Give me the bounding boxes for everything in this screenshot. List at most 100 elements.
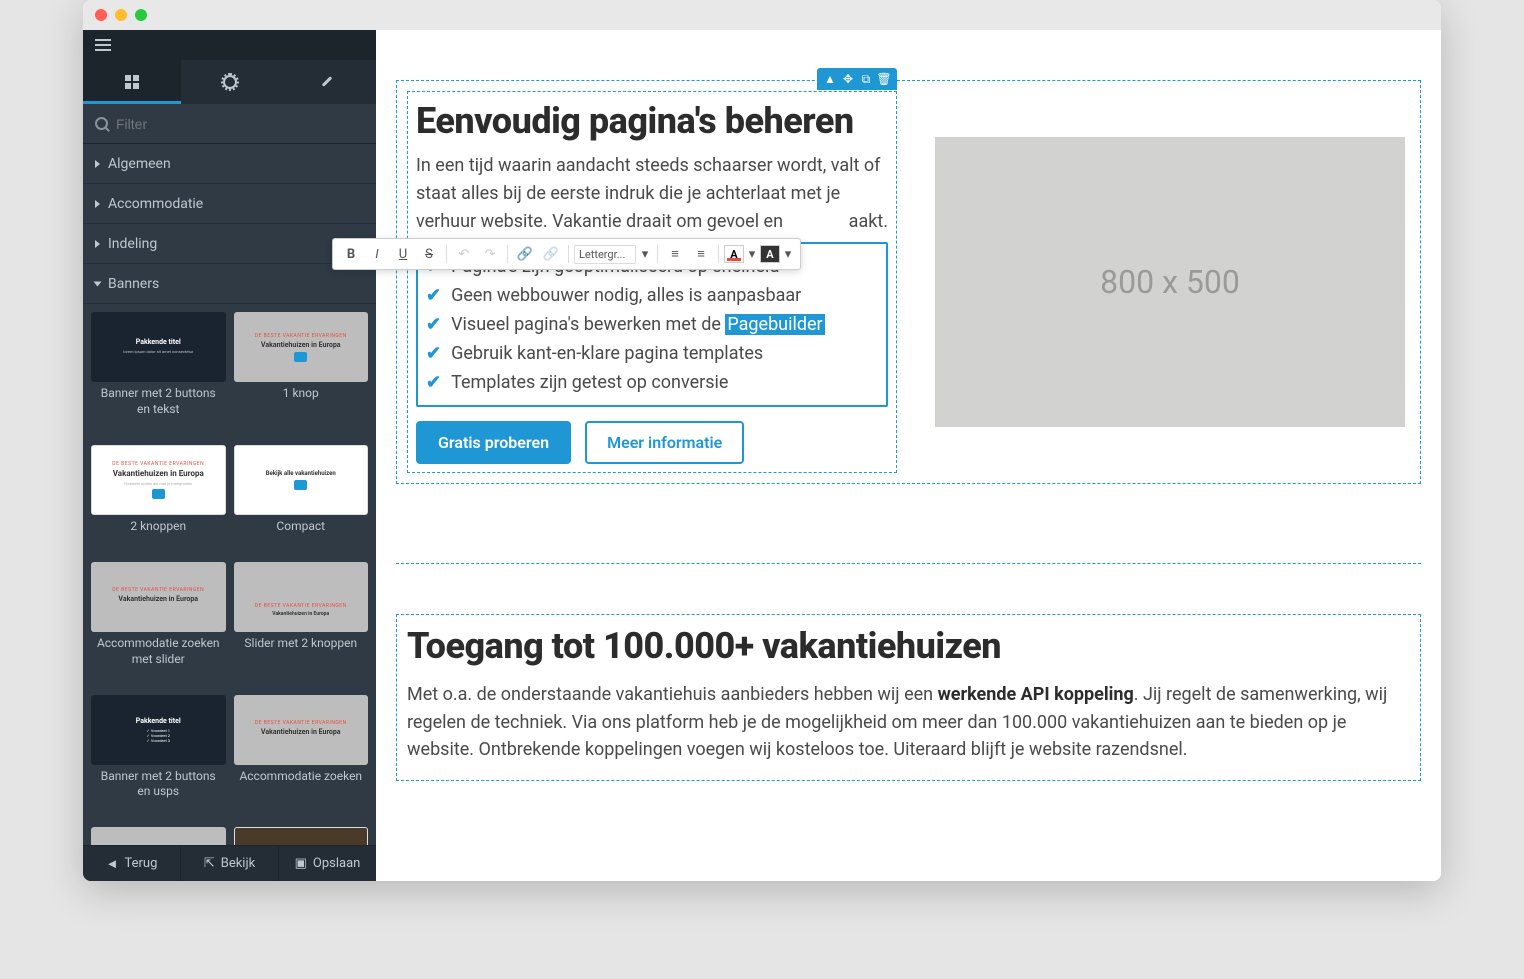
category-banners[interactable]: Banners [83,264,376,304]
bg-color-button[interactable]: A [760,245,780,263]
maximize-window-button[interactable] [135,9,147,21]
copy-icon[interactable]: ⧉ [858,71,874,87]
gear-icon [223,75,237,89]
element-toolbar: ▲ ✥ ⧉ 🗑 [817,68,897,90]
highlighted-text: Pagebuilder [725,314,824,335]
unlink-button[interactable]: 🔗 [539,242,563,266]
separator [507,245,508,263]
paragraph[interactable]: In een tijd waarin aandacht steeds schaa… [416,152,888,236]
heading[interactable]: Eenvoudig pagina's beheren [416,100,888,142]
drag-icon[interactable]: ✥ [840,71,856,87]
chevron-right-icon [95,200,100,208]
text-color-dropdown-icon[interactable]: ▾ [746,242,758,266]
section-block-1[interactable]: ▲ ✥ ⧉ 🗑 Eenvoudig pagina's beheren In ee… [396,80,1421,484]
tile-label: Slider met 2 knoppen [234,632,369,656]
category-accommodatie[interactable]: Accommodatie [83,184,376,224]
strike-button[interactable]: S [417,242,441,266]
close-window-button[interactable] [95,9,107,21]
component-gallery[interactable]: Pakkende titellorem ipsum dolor sit amet… [83,304,376,881]
indent-right-button[interactable]: ≡ [689,242,713,266]
image-placeholder[interactable]: 800 x 500 [935,137,1405,427]
tile-preview: DE BESTE VAKANTIE ERVARINGENVakantiehuiz… [234,562,369,632]
tile-banner-2buttons-usps[interactable]: Pakkende titel✓ Voordeel 1✓ Voordeel 2✓ … [91,695,226,820]
move-up-icon[interactable]: ▲ [822,71,838,87]
tab-components[interactable] [83,60,181,104]
tile-label: Banner met 2 buttons en usps [91,765,226,804]
tile-preview: DE BESTE VAKANTIE ERVARINGENVakantiehuiz… [234,695,369,765]
primary-cta-button[interactable]: Gratis proberen [416,421,571,464]
separator [657,245,658,263]
check-icon: ✔ [426,372,441,393]
view-button[interactable]: ⇱Bekijk [181,846,279,881]
app-body: Algemeen Accommodatie Indeling Banners P… [83,30,1441,881]
sidebar-header [83,30,376,60]
tile-acco-slider[interactable]: DE BESTE VAKANTIE ERVARINGENVakantiehuiz… [91,562,226,687]
filter-row [83,104,376,144]
tile-preview: Bekijk alle vakantiehuizen [234,445,369,515]
paragraph[interactable]: Met o.a. de onderstaande vakantiehuis aa… [407,681,1410,765]
check-icon: ✔ [426,343,441,364]
tile-preview: Pakkende titel✓ Voordeel 1✓ Voordeel 2✓ … [91,695,226,765]
check-icon: ✔ [426,314,441,335]
bg-color-dropdown-icon[interactable]: ▾ [782,242,794,266]
delete-icon[interactable]: 🗑 [876,71,892,87]
canvas[interactable]: B I U S ↶ ↷ 🔗 🔗 Lettergr... ▾ ≡ ≡ A ▾ A [376,30,1441,881]
section-block-2[interactable]: Toegang tot 100.000+ vakantiehuizen Met … [396,614,1421,782]
external-link-icon: ⇱ [204,856,215,871]
tile-2knoppen[interactable]: DE BESTE VAKANTIE ERVARINGENVakantiehuiz… [91,445,226,554]
tile-slider-2knoppen[interactable]: DE BESTE VAKANTIE ERVARINGENVakantiehuiz… [234,562,369,687]
list-item: ✔Geen webbouwer nodig, alles is aanpasba… [424,281,880,310]
tile-preview: DE BESTE VAKANTIE ERVARINGENVakantiehuiz… [234,312,369,382]
app-window: Algemeen Accommodatie Indeling Banners P… [83,0,1441,881]
chevron-down-icon [94,281,102,286]
font-size-select[interactable]: Lettergr... [574,245,636,264]
tab-styles[interactable] [278,60,376,104]
category-algemeen[interactable]: Algemeen [83,144,376,184]
separator [718,245,719,263]
link-button[interactable]: 🔗 [513,242,537,266]
tile-banner-2buttons-text[interactable]: Pakkende titellorem ipsum dolor sit amet… [91,312,226,437]
italic-button[interactable]: I [376,242,389,266]
separator [446,245,447,263]
category-label: Indeling [108,236,157,252]
tile-preview: DE BESTE VAKANTIE ERVARINGENVakantiehuiz… [91,445,226,515]
text-color-button[interactable]: A [724,245,744,263]
list-item: ✔Visueel pagina's bewerken met de Pagebu… [424,310,880,339]
rich-text-toolbar: B I U S ↶ ↷ 🔗 🔗 Lettergr... ▾ ≡ ≡ A ▾ A [376,238,801,270]
tile-label: Accommodatie zoeken [234,765,369,789]
chevron-right-icon [95,240,100,248]
sidebar-footer: ◄Terug ⇱Bekijk ▣Opslaan [83,845,376,881]
tile-label: Banner met 2 buttons en tekst [91,382,226,421]
save-button[interactable]: ▣Opslaan [279,846,376,881]
heading[interactable]: Toegang tot 100.000+ vakantiehuizen [407,625,1410,667]
indent-left-button[interactable]: ≡ [663,242,687,266]
tile-acco-zoeken[interactable]: DE BESTE VAKANTIE ERVARINGENVakantiehuiz… [234,695,369,820]
category-label: Accommodatie [108,196,203,212]
sidebar-tabs [83,60,376,104]
list-item: ✔Templates zijn getest op conversie [424,368,880,397]
tab-settings[interactable] [181,60,279,104]
tile-compact[interactable]: Bekijk alle vakantiehuizen Compact [234,445,369,554]
tile-preview: DE BESTE VAKANTIE ERVARINGENVakantiehuiz… [91,562,226,632]
chevron-right-icon [95,160,100,168]
redo-button[interactable]: ↷ [478,242,502,266]
filter-input[interactable] [116,116,364,132]
secondary-cta-button[interactable]: Meer informatie [585,421,744,464]
tile-1knop[interactable]: DE BESTE VAKANTIE ERVARINGENVakantiehuiz… [234,312,369,437]
underline-button[interactable]: U [391,242,415,266]
minimize-window-button[interactable] [115,9,127,21]
tile-label: Accommodatie zoeken met slider [91,632,226,671]
size-dropdown-icon[interactable]: ▾ [638,242,652,266]
column-left[interactable]: ▲ ✥ ⧉ 🗑 Eenvoudig pagina's beheren In ee… [407,91,897,473]
column-right[interactable]: 800 x 500 [927,91,1413,473]
hamburger-icon[interactable] [95,39,111,51]
category-label: Banners [108,276,159,292]
row: ▲ ✥ ⧉ 🗑 Eenvoudig pagina's beheren In ee… [397,81,1420,483]
undo-button[interactable]: ↶ [452,242,476,266]
brush-icon [320,75,334,89]
category-label: Algemeen [108,156,171,172]
back-button[interactable]: ◄Terug [83,846,181,881]
arrow-left-icon: ◄ [106,856,119,872]
sidebar: Algemeen Accommodatie Indeling Banners P… [83,30,376,881]
tile-preview: Pakkende titellorem ipsum dolor sit amet… [91,312,226,382]
